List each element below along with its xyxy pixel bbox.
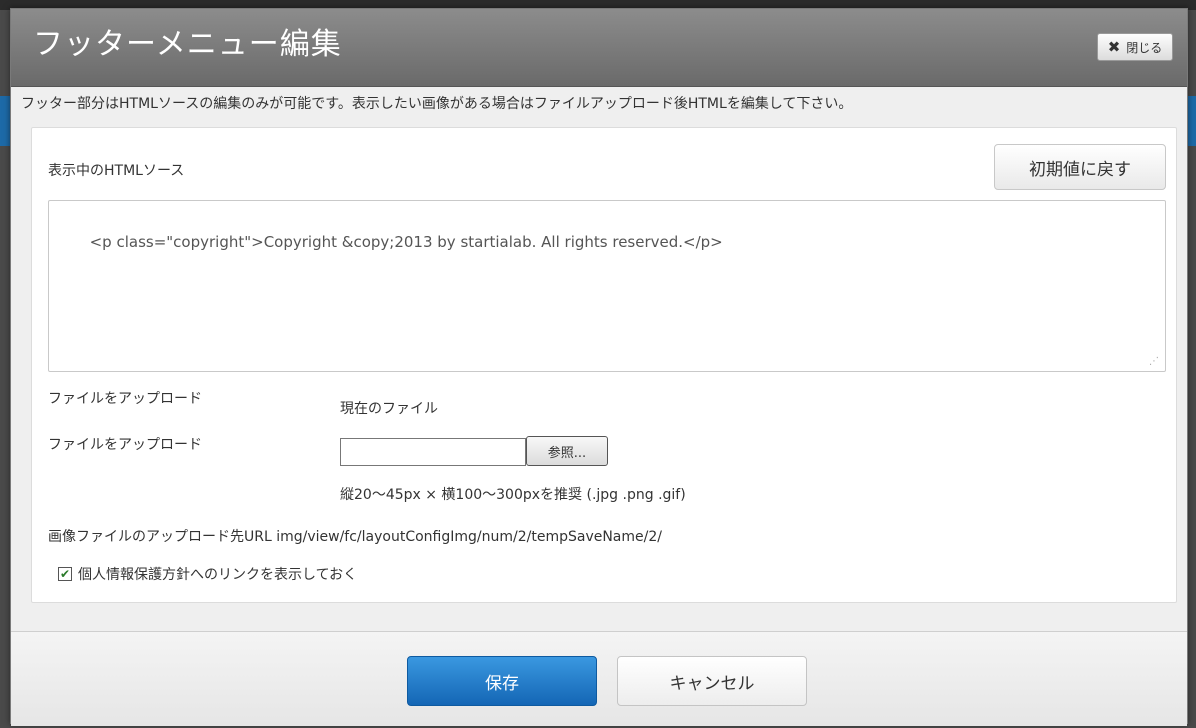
checkmark-icon: ✔ bbox=[59, 567, 71, 581]
image-size-hint: 縦20～45px × 横100～300pxを推奨 (.jpg .png .gif… bbox=[340, 487, 686, 503]
privacy-link-label: 個人情報保護方針へのリンクを表示しておく bbox=[78, 567, 358, 583]
current-file-label: ファイルをアップロード bbox=[48, 391, 202, 407]
upload-url-text: 画像ファイルのアップロード先URL img/view/fc/layoutConf… bbox=[48, 529, 662, 545]
close-label: 閉じる bbox=[1126, 40, 1163, 55]
html-source-label: 表示中のHTMLソース bbox=[48, 163, 185, 179]
close-icon: ✖ bbox=[1107, 38, 1121, 56]
edit-notice: フッター部分はHTMLソースの編集のみが可能です。表示したい画像がある場合はファ… bbox=[21, 96, 853, 112]
edit-panel: 表示中のHTMLソース 初期値に戻す <p class="copyright">… bbox=[31, 127, 1177, 603]
dialog-title: フッターメニュー編集 bbox=[33, 27, 342, 62]
current-file-value: 現在のファイル bbox=[340, 401, 438, 417]
resize-grip-icon[interactable]: ⋰ bbox=[1149, 357, 1159, 367]
cancel-button[interactable]: キャンセル bbox=[617, 656, 807, 706]
dialog-footer: 保存 キャンセル bbox=[11, 631, 1187, 726]
upload-file-label: ファイルをアップロード bbox=[48, 437, 202, 453]
close-button[interactable]: ✖ 閉じる bbox=[1097, 33, 1173, 61]
privacy-link-checkbox[interactable]: ✔ bbox=[58, 567, 72, 581]
html-source-textarea[interactable]: <p class="copyright">Copyright &copy;201… bbox=[48, 200, 1166, 372]
html-source-text: <p class="copyright">Copyright &copy;201… bbox=[89, 233, 723, 251]
privacy-link-option[interactable]: ✔ 個人情報保護方針へのリンクを表示しておく bbox=[58, 564, 357, 584]
dialog-titlebar: フッターメニュー編集 ✖ 閉じる bbox=[11, 9, 1187, 87]
file-path-input[interactable] bbox=[340, 438, 526, 466]
footer-menu-dialog: フッターメニュー編集 ✖ 閉じる フッター部分はHTMLソースの編集のみが可能で… bbox=[10, 8, 1188, 726]
save-button[interactable]: 保存 bbox=[407, 656, 597, 706]
browse-button[interactable]: 参照... bbox=[526, 436, 608, 466]
reset-default-button[interactable]: 初期値に戻す bbox=[994, 144, 1166, 190]
